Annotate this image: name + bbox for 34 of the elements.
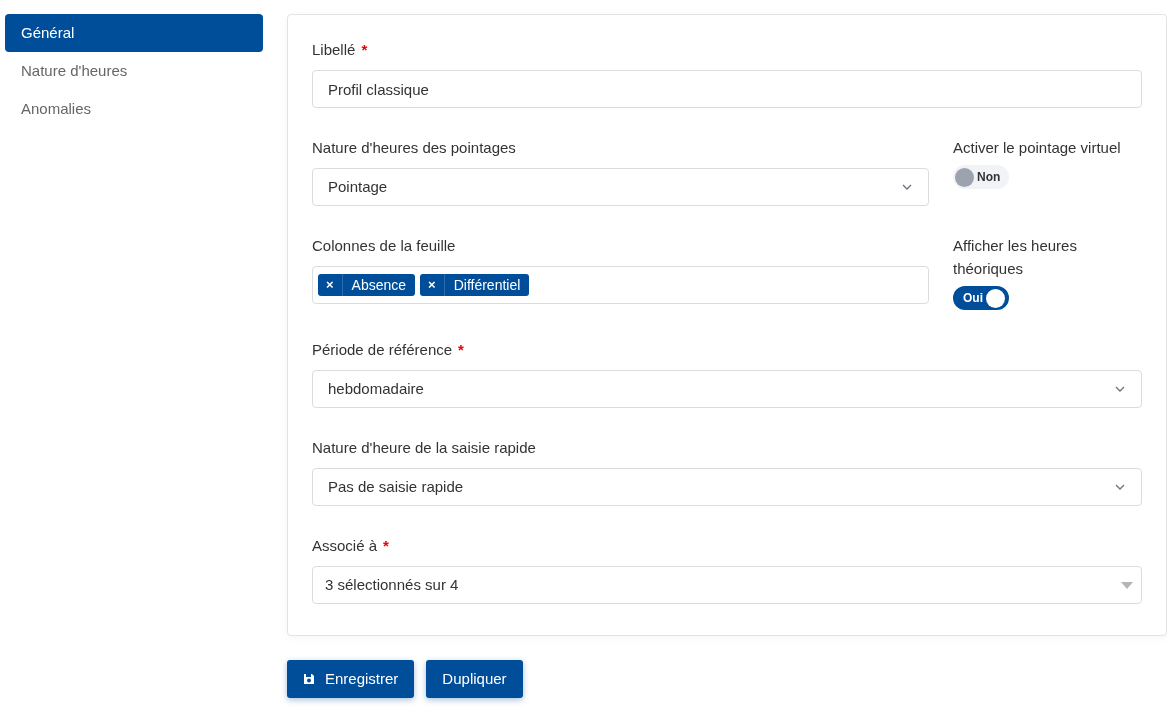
- select-field[interactable]: hebdomadaire: [312, 370, 1142, 408]
- toggle-label: Activer le pointage virtuel: [953, 138, 1122, 158]
- chevron-down-icon: [1114, 483, 1126, 491]
- select-field[interactable]: Pointage: [312, 168, 929, 206]
- save-button[interactable]: Enregistrer: [287, 660, 415, 698]
- field-label: Nature d'heure de la saisie rapide: [312, 437, 536, 458]
- required-asterisk: *: [361, 39, 368, 60]
- field-label: Nature d'heures des pointages: [312, 137, 516, 158]
- sidebar-item[interactable]: Général: [5, 14, 263, 52]
- toggle-knob: [955, 167, 974, 187]
- sidebar-item[interactable]: Nature d'heures: [5, 52, 263, 90]
- sidebar-item[interactable]: Anomalies: [5, 90, 263, 128]
- field-label: Libellé: [312, 39, 356, 60]
- chevron-down-icon: [901, 183, 913, 191]
- required-asterisk: *: [458, 339, 464, 360]
- duplicate-button[interactable]: Dupliquer: [426, 660, 523, 698]
- toggle-knob: [986, 288, 1005, 308]
- tag-chip: × Absence: [318, 274, 416, 296]
- select-field[interactable]: Pas de saisie rapide: [312, 468, 1142, 506]
- remove-tag-button[interactable]: ×: [318, 274, 343, 296]
- chevron-down-icon: [1114, 385, 1126, 393]
- field-label: Colonnes de la feuille: [312, 235, 456, 256]
- toggle-label: Afficher les heures théoriques: [953, 236, 1078, 279]
- tag-chip: × Différentiel: [420, 274, 530, 296]
- tags-field[interactable]: × Absence × Différentiel: [312, 266, 929, 304]
- field-label: Période de référence: [312, 339, 453, 360]
- toggle-switch[interactable]: Non: [953, 165, 1009, 189]
- text-field[interactable]: Profil classique: [312, 70, 1142, 108]
- field-label: Associé à: [312, 535, 378, 556]
- toggle-switch[interactable]: Oui: [953, 286, 1009, 310]
- multiselect-field[interactable]: 3 sélectionnés sur 4: [312, 566, 1142, 604]
- required-asterisk: *: [383, 535, 389, 556]
- remove-tag-button[interactable]: ×: [420, 274, 445, 296]
- caret-down-icon: [1121, 581, 1133, 589]
